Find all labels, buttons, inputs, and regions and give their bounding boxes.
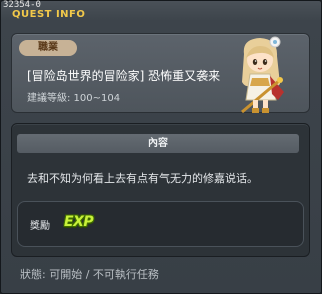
job-badge: 職業 [19,40,77,56]
npc-portrait-icon [241,36,284,114]
quest-description: 去和不知为何看上去有点有气无力的修嘉说话。 [27,172,258,185]
content-header: 內容 [17,134,299,153]
recommended-level: 建議等級: 100~104 [27,93,121,104]
window-title: QUEST INFO [12,9,86,20]
reward-box [17,201,304,247]
reward-label: 獎勵 [30,221,50,232]
exp-icon: EXP [64,214,94,230]
quest-name: [冒险岛世界的冒险家] 恐怖重又袭来 [27,69,221,83]
quest-status: 狀態: 可開始 / 不可執行任務 [20,268,159,281]
